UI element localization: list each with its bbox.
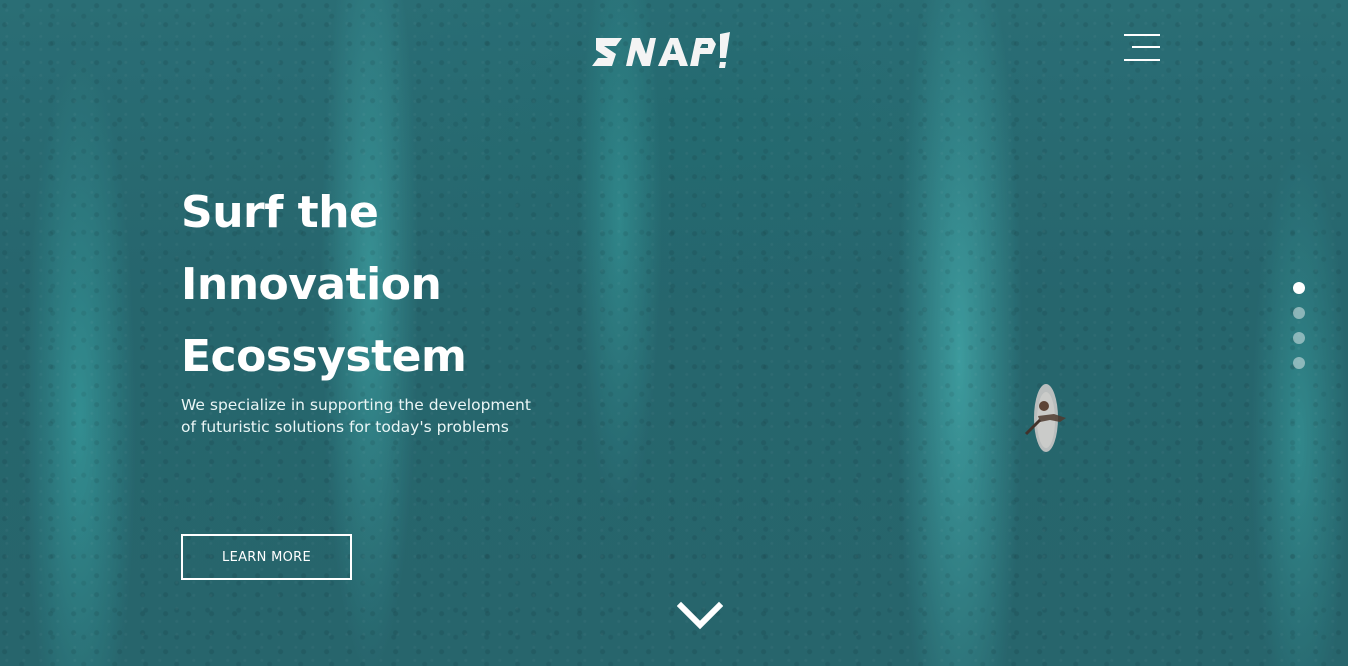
- subtitle-line: of futuristic solutions for today's prob…: [181, 418, 509, 436]
- menu-button[interactable]: [1122, 33, 1160, 63]
- headline-line: Surf the: [181, 187, 379, 238]
- slide-pagination: [1293, 282, 1305, 382]
- slide-dot-3[interactable]: [1293, 332, 1305, 344]
- snap-logo[interactable]: [592, 30, 732, 72]
- hero-headline: Surf the Innovation Ecossystem: [181, 177, 467, 393]
- slide-dot-4[interactable]: [1293, 357, 1305, 369]
- slide-dot-1[interactable]: [1293, 282, 1305, 294]
- headline-line: Innovation: [181, 259, 442, 310]
- hero-subtitle: We specialize in supporting the developm…: [181, 394, 561, 438]
- slide-dot-2[interactable]: [1293, 307, 1305, 319]
- subtitle-line: We specialize in supporting the developm…: [181, 396, 531, 414]
- chevron-down-icon[interactable]: [677, 600, 723, 632]
- hero-section: Surf the Innovation Ecossystem We specia…: [0, 0, 1348, 666]
- headline-line: Ecossystem: [181, 331, 467, 382]
- learn-more-button[interactable]: LEARN MORE: [181, 534, 352, 580]
